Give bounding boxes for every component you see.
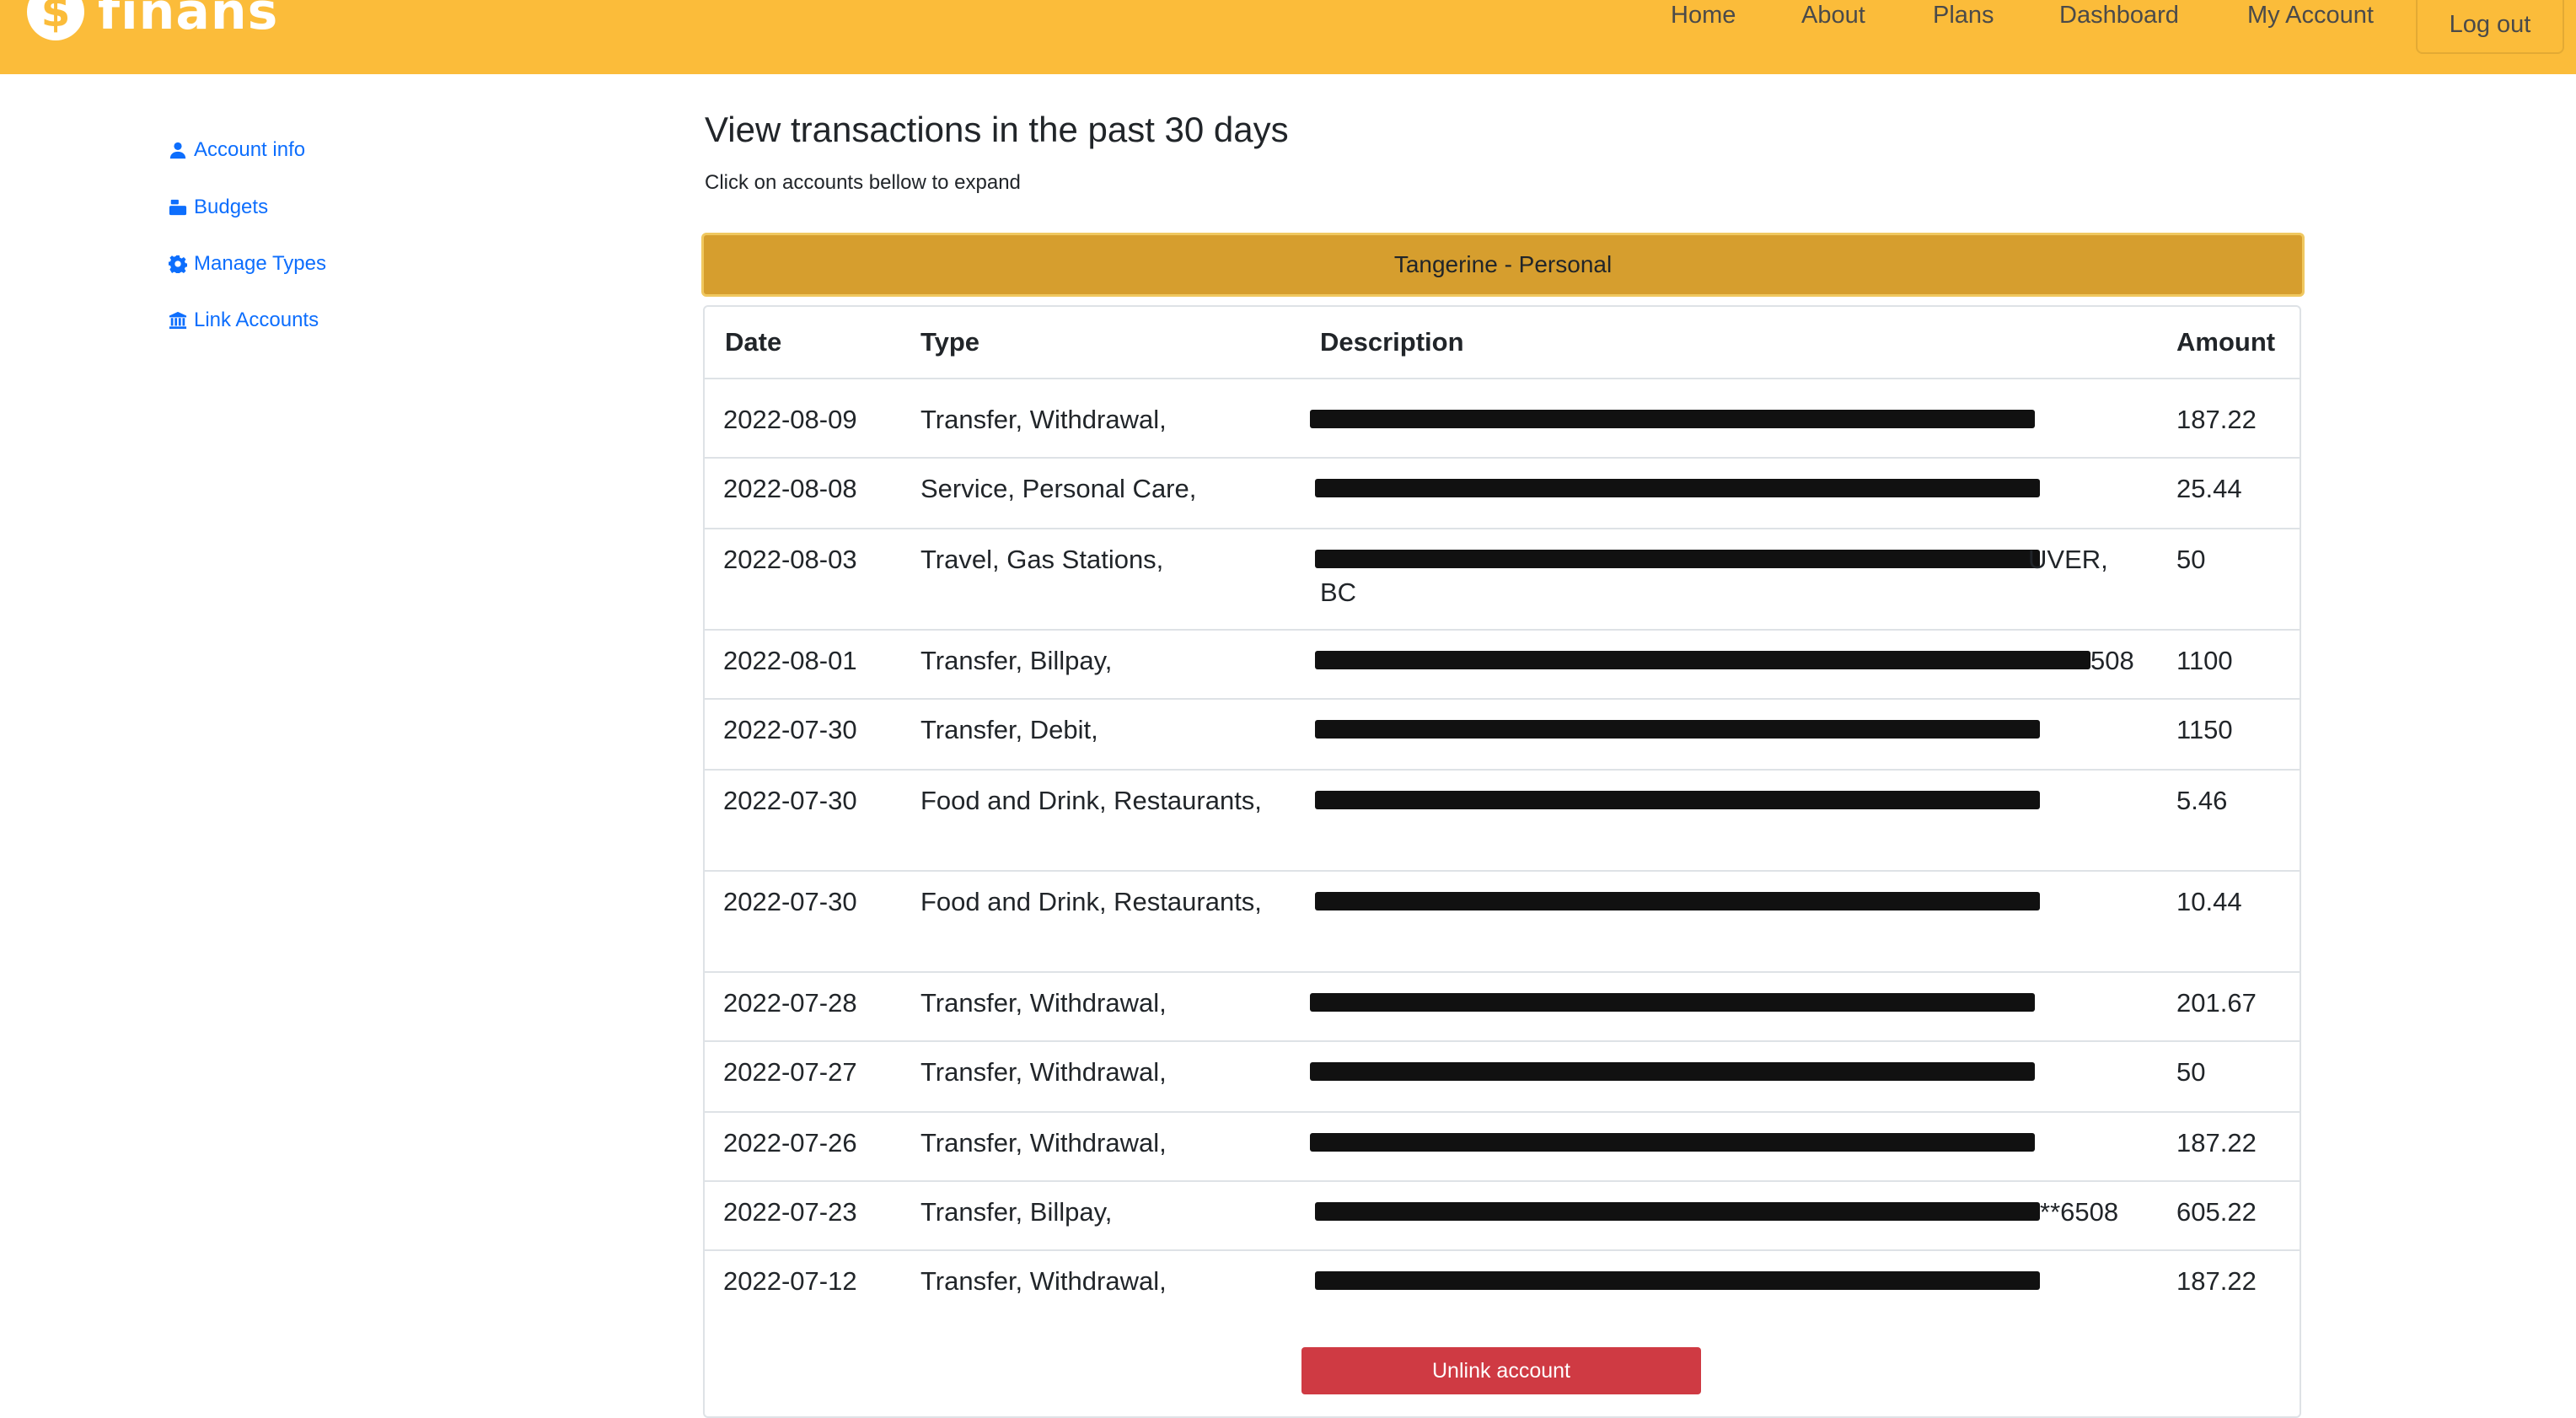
redacted-description (1310, 410, 2035, 428)
transaction-type: Transfer, Billpay, (920, 646, 1113, 675)
transactions-table: Date Type Description Amount 2022-08-09 T… (703, 305, 2301, 1418)
transaction-type: Transfer, Withdrawal, (920, 405, 1167, 434)
transaction-amount: 1100 (2176, 646, 2233, 675)
description-suffix: **6508 (2040, 1197, 2119, 1227)
redacted-description (1315, 651, 2090, 669)
redacted-description (1315, 791, 2040, 809)
transaction-amount: 187.22 (2176, 1266, 2257, 1296)
transaction-amount: 605.22 (2176, 1197, 2257, 1227)
nav-about-link[interactable]: About (1801, 2, 1865, 30)
nav-plans-link[interactable]: Plans (1933, 2, 1994, 30)
sidebar-item-budgets[interactable]: Budgets (169, 196, 268, 219)
transaction-date: 2022-07-26 (723, 1128, 857, 1157)
transaction-amount: 50 (2176, 545, 2206, 574)
user-icon (169, 142, 186, 159)
transaction-amount: 187.22 (2176, 1128, 2257, 1157)
page-subtitle: Click on accounts bellow to expand (705, 171, 1021, 194)
transaction-type: Service, Personal Care, (920, 474, 1197, 503)
redacted-description (1310, 1062, 2035, 1081)
sidebar-item-label: Account info (194, 138, 306, 161)
redacted-description (1315, 720, 2040, 739)
page-title: View transactions in the past 30 days (705, 110, 1289, 149)
sidebar-item-label: Link Accounts (194, 309, 319, 331)
redacted-description (1315, 892, 2040, 910)
transaction-date: 2022-08-03 (723, 545, 857, 574)
transaction-date: 2022-07-23 (723, 1197, 857, 1227)
transaction-date: 2022-08-09 (723, 405, 857, 434)
redacted-description (1310, 1133, 2035, 1152)
transaction-type: Transfer, Debit, (920, 715, 1098, 744)
sidebar-item-account-info[interactable]: Account info (169, 138, 305, 162)
transaction-type: Transfer, Withdrawal, (920, 1057, 1167, 1087)
transaction-type: Food and Drink, Restaurants, (920, 786, 1262, 815)
brand-name: finans (98, 0, 279, 41)
redacted-description (1315, 550, 2040, 568)
redacted-description (1315, 479, 2040, 497)
description-suffix: UVER, (2028, 545, 2108, 574)
sidebar-item-label: Budgets (194, 196, 269, 218)
sidebar-item-link-accounts[interactable]: Link Accounts (169, 309, 319, 332)
nav-dashboard-link[interactable]: Dashboard (2059, 2, 2179, 30)
column-header-type: Type (920, 327, 980, 357)
logout-button[interactable]: Log out (2416, 0, 2564, 54)
nav-home-link[interactable]: Home (1671, 2, 1736, 30)
transaction-amount: 10.44 (2176, 887, 2242, 916)
top-navbar: $ finans Home About Plans Dashboard My A… (0, 0, 2576, 74)
transaction-date: 2022-07-30 (723, 786, 857, 815)
transaction-date: 2022-08-08 (723, 474, 857, 503)
description-line2: BC (1320, 577, 1357, 607)
transaction-date: 2022-07-28 (723, 988, 857, 1018)
sidebar-item-manage-types[interactable]: Manage Types (169, 252, 326, 276)
nav-my-account-link[interactable]: My Account (2247, 2, 2374, 30)
column-header-date: Date (725, 327, 782, 357)
transaction-amount: 187.22 (2176, 405, 2257, 434)
transaction-type: Transfer, Withdrawal, (920, 988, 1167, 1018)
transaction-type: Transfer, Withdrawal, (920, 1266, 1167, 1296)
redacted-description (1315, 1202, 2040, 1221)
header-divider (705, 378, 2300, 379)
bank-icon (169, 311, 187, 330)
transaction-type: Travel, Gas Stations, (920, 545, 1164, 574)
transaction-amount: 50 (2176, 1057, 2206, 1087)
sidebar-item-label: Manage Types (194, 252, 326, 275)
column-header-amount: Amount (2176, 327, 2276, 357)
transaction-type: Food and Drink, Restaurants, (920, 887, 1262, 916)
redacted-description (1310, 993, 2035, 1012)
transaction-type: Transfer, Billpay, (920, 1197, 1113, 1227)
dollar-coin-icon: $ (27, 0, 84, 40)
redacted-description (1315, 1271, 2040, 1290)
cash-register-icon (169, 199, 187, 216)
column-header-description: Description (1320, 327, 1464, 357)
description-suffix: 508 (2090, 646, 2134, 675)
gear-icon (169, 255, 187, 273)
transaction-amount: 25.44 (2176, 474, 2242, 503)
account-accordion-header[interactable]: Tangerine - Personal (701, 233, 2305, 297)
transaction-amount: 201.67 (2176, 988, 2257, 1018)
transaction-date: 2022-07-30 (723, 887, 857, 916)
transaction-amount: 1150 (2176, 715, 2233, 744)
transaction-date: 2022-07-30 (723, 715, 857, 744)
transaction-type: Transfer, Withdrawal, (920, 1128, 1167, 1157)
brand-logo-link[interactable]: $ finans (27, 0, 278, 46)
transaction-date: 2022-08-01 (723, 646, 857, 675)
transaction-date: 2022-07-12 (723, 1266, 857, 1296)
unlink-account-button[interactable]: Unlink account (1301, 1347, 1701, 1394)
transaction-amount: 5.46 (2176, 786, 2228, 815)
transaction-date: 2022-07-27 (723, 1057, 857, 1087)
